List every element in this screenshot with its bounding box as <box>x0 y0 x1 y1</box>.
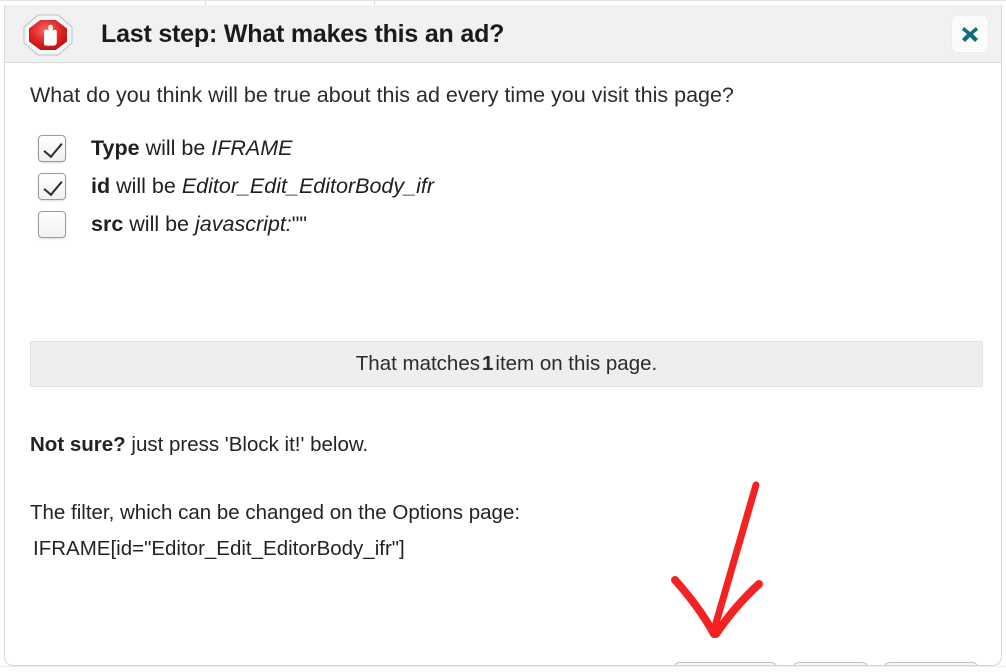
checkbox-type[interactable] <box>38 134 66 162</box>
criteria-label-id: id will be Editor_Edit_EditorBody_ifr <box>91 174 434 199</box>
not-sure-bold: Not sure? <box>30 433 126 456</box>
match-count-panel: That matches 1 item on this page. <box>30 341 983 387</box>
adblock-stop-hand-icon <box>22 13 74 57</box>
close-button[interactable] <box>951 15 989 53</box>
criteria-connector-type: will be <box>139 135 212 160</box>
criteria-list: Type will be IFRAME id will be Editor_Ed… <box>38 129 938 243</box>
close-icon <box>962 27 978 42</box>
dialog-button-row: Block it! Back Cancel <box>672 662 979 665</box>
filter-value-text: IFRAME[id="Editor_Edit_EditorBody_ifr"] <box>33 537 405 560</box>
criteria-attribute-type: Type <box>91 135 140 160</box>
criteria-label-type: Type will be IFRAME <box>91 136 293 161</box>
match-count-prefix: That matches <box>355 352 480 375</box>
dialog-title: Last step: What makes this an ad? <box>101 20 505 48</box>
block-it-button[interactable]: Block it! <box>672 662 778 665</box>
criteria-value-src: javascript: <box>195 211 292 236</box>
criteria-value-type: IFRAME <box>211 135 293 160</box>
criteria-row-type[interactable]: Type will be IFRAME <box>38 129 938 167</box>
criteria-row-id[interactable]: id will be Editor_Edit_EditorBody_ifr <box>38 167 938 205</box>
criteria-label-src: src will be javascript:"" <box>91 212 307 237</box>
back-button[interactable]: Back <box>791 662 869 665</box>
match-count-suffix: item on this page. <box>495 352 658 375</box>
criteria-attribute-id: id <box>91 173 111 198</box>
criteria-connector-src: will be <box>123 211 195 236</box>
criteria-connector-id: will be <box>110 173 182 198</box>
not-sure-rest: just press 'Block it!' below. <box>125 433 369 456</box>
adblock-block-element-dialog: Last step: What makes this an ad? What d… <box>4 5 1002 666</box>
not-sure-hint: Not sure? just press 'Block it!' below. <box>30 433 368 457</box>
criteria-row-src[interactable]: src will be javascript:"" <box>38 205 938 243</box>
criteria-attribute-src: src <box>91 211 124 236</box>
criteria-value-suffix-src: "" <box>291 211 308 236</box>
match-count-value: 1 <box>481 352 494 375</box>
cancel-button[interactable]: Cancel <box>882 662 979 665</box>
filter-intro-text: The filter, which can be changed on the … <box>30 501 521 524</box>
dialog-body: What do you think will be true about thi… <box>5 63 1001 665</box>
page-background-bottom-edge <box>0 666 1006 672</box>
dialog-header: Last step: What makes this an ad? <box>5 5 1001 63</box>
checkbox-src[interactable] <box>38 210 66 238</box>
checkbox-id[interactable] <box>38 172 66 200</box>
criteria-value-id: Editor_Edit_EditorBody_ifr <box>181 173 434 198</box>
question-text: What do you think will be true about thi… <box>30 83 734 107</box>
